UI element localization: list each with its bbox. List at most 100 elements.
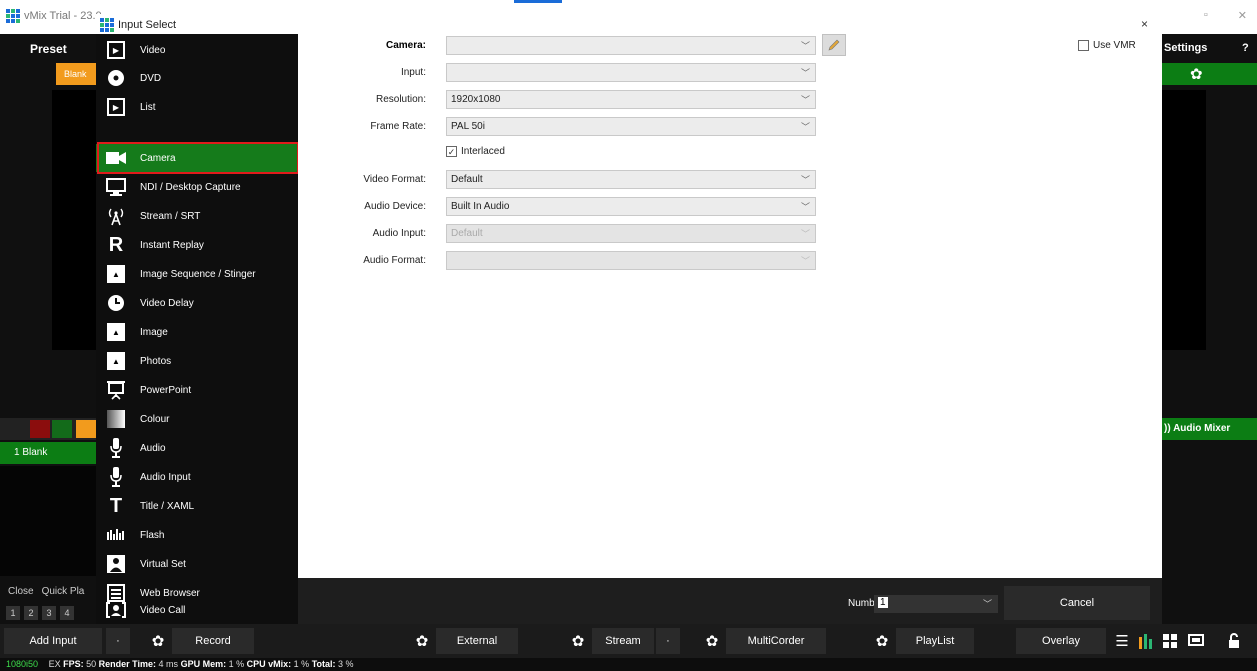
gear-icon[interactable]: ✿	[1190, 65, 1203, 83]
dialog-close-icon[interactable]: ×	[1141, 17, 1148, 31]
add-input-dropdown[interactable]: ·	[106, 628, 130, 654]
help-button[interactable]: ?	[1242, 42, 1249, 54]
camera-select[interactable]: ﹀	[446, 36, 816, 55]
audio-mixer-label: Audio Mixer	[1173, 423, 1231, 434]
lock-icon[interactable]	[1222, 628, 1246, 654]
preset-blank-tab[interactable]: Blank	[56, 63, 96, 85]
overlay-button[interactable]: Overlay	[1016, 628, 1106, 654]
external-button[interactable]: External	[436, 628, 518, 654]
multicorder-settings-gear-icon[interactable]: ✿	[700, 628, 724, 654]
multiview-icon[interactable]	[1158, 628, 1182, 654]
output-screen	[1162, 90, 1206, 350]
settings-button[interactable]: Settings	[1164, 42, 1207, 54]
input-type-list-item[interactable]: ▶ List	[96, 93, 298, 121]
status-bar: 1080i50 EX FPS: 50 Render Time: 4 ms GPU…	[0, 658, 1257, 671]
add-input-button[interactable]: Add Input	[4, 628, 102, 654]
chevron-down-icon: ﹀	[800, 41, 810, 51]
audio-input-label: Audio Input:	[372, 228, 426, 239]
quick-play-button[interactable]: Quick Pla	[42, 586, 85, 597]
record-button[interactable]: Record	[172, 628, 254, 654]
input-type-label: Photos	[140, 355, 172, 367]
dialog-titlebar: Input Select ×	[96, 14, 1162, 34]
stream-settings-gear-icon[interactable]: ✿	[566, 628, 590, 654]
cancel-button[interactable]: Cancel	[1004, 586, 1150, 620]
input-type-label: NDI / Desktop Capture	[140, 181, 241, 193]
number-2-button[interactable]: 2	[24, 606, 38, 620]
input-type-virtual-set[interactable]: Virtual Set	[96, 550, 298, 578]
display-icon[interactable]	[1184, 628, 1208, 654]
input-type-colour[interactable]: Colour	[96, 405, 298, 433]
input-type-label: Stream / SRT	[140, 210, 201, 222]
input-type-dvd[interactable]: DVD	[96, 64, 298, 92]
flash-icon	[106, 525, 126, 545]
menu-icon[interactable]: ☰	[1110, 628, 1134, 654]
input-type-instant-replay[interactable]: R Instant Replay	[96, 231, 298, 259]
multicorder-button[interactable]: MultiCorder	[726, 628, 826, 654]
color-chip-red[interactable]	[30, 420, 50, 438]
input-type-label: Audio	[140, 442, 166, 454]
video-format-select[interactable]: Default ﹀	[446, 170, 816, 189]
use-vmr-checkbox[interactable]: Use VMR	[1078, 40, 1136, 51]
edit-camera-button[interactable]	[822, 34, 846, 56]
frame-rate-select[interactable]: PAL 50i ﹀	[446, 117, 816, 136]
external-settings-gear-icon[interactable]: ✿	[410, 628, 434, 654]
clock-icon	[106, 293, 126, 313]
number-1-button[interactable]: 1	[6, 606, 20, 620]
color-strip	[0, 418, 96, 440]
playlist-button[interactable]: PlayList	[896, 628, 974, 654]
input-type-label: PowerPoint	[140, 384, 192, 396]
chevron-down-icon: ﹀	[800, 256, 810, 266]
input-type-image-sequence[interactable]: ▲ Image Sequence / Stinger	[96, 260, 298, 288]
record-settings-gear-icon[interactable]: ✿	[146, 628, 170, 654]
input-type-video[interactable]: ▶ Video	[96, 36, 298, 64]
input-select[interactable]: ﹀	[446, 63, 816, 82]
input-type-flash[interactable]: Flash	[96, 521, 298, 549]
input-type-label: Instant Replay	[140, 239, 204, 251]
stream-dropdown[interactable]: ·	[656, 628, 680, 654]
close-button[interactable]: Close	[8, 586, 34, 597]
cpu-vmix-value: 1 %	[293, 659, 310, 669]
interlaced-checkbox[interactable]: ✓ Interlaced	[446, 146, 505, 157]
input-type-stream[interactable]: Stream / SRT	[96, 202, 298, 230]
number-4-button[interactable]: 4	[60, 606, 74, 620]
replay-icon: R	[108, 233, 124, 256]
video-call-icon	[106, 600, 126, 620]
input-type-image[interactable]: ▲ Image	[96, 318, 298, 346]
resolution-select[interactable]: 1920x1080 ﹀	[446, 90, 816, 109]
input-type-ndi[interactable]: NDI / Desktop Capture	[96, 173, 298, 201]
close-window-icon[interactable]: ✕	[1238, 9, 1247, 22]
input-type-video-call[interactable]: Video Call	[96, 596, 298, 624]
input-type-label: Virtual Set	[140, 558, 186, 570]
input-type-label: Video	[140, 44, 166, 56]
antenna-icon	[106, 206, 126, 226]
chevron-down-icon: ﹀	[982, 599, 992, 609]
list-icon: ▶	[106, 97, 126, 117]
input-type-powerpoint[interactable]: PowerPoint	[96, 376, 298, 404]
audio-format-label: Audio Format:	[363, 255, 426, 266]
audio-mixer-tab[interactable]: )) Audio Mixer	[1162, 418, 1257, 440]
cpu-total-value: 3 %	[338, 659, 354, 669]
color-chip-green[interactable]	[52, 420, 72, 438]
chevron-down-icon: ﹀	[800, 202, 810, 212]
main-title-text: vMix Trial - 23.0	[24, 10, 102, 22]
input-type-photos[interactable]: ▲ Photos	[96, 347, 298, 375]
playlist-settings-gear-icon[interactable]: ✿	[870, 628, 894, 654]
input-type-audio-input[interactable]: Audio Input	[96, 463, 298, 491]
presentation-icon	[106, 380, 126, 400]
bottom-toolbar: Add Input · ✿ Record ✿ External ✿ Stream…	[0, 624, 1257, 658]
stream-button[interactable]: Stream	[592, 628, 654, 654]
chevron-down-icon: ﹀	[800, 122, 810, 132]
input-1-blank[interactable]: 1 Blank	[0, 442, 96, 464]
input-type-video-delay[interactable]: Video Delay	[96, 289, 298, 317]
number-select[interactable]: 1 ﹀	[874, 595, 998, 613]
input-type-label: Image	[140, 326, 168, 338]
audio-device-select[interactable]: Built In Audio ﹀	[446, 197, 816, 216]
audio-meter-icon[interactable]	[1134, 628, 1158, 654]
maximize-icon[interactable]: ▫	[1204, 9, 1208, 22]
color-chip-orange[interactable]	[76, 420, 96, 438]
input-type-audio[interactable]: Audio	[96, 434, 298, 462]
input-type-title[interactable]: T Title / XAML	[96, 492, 298, 520]
video-icon: ▶	[106, 40, 126, 60]
render-time-value: 4 ms	[158, 659, 179, 669]
number-3-button[interactable]: 3	[42, 606, 56, 620]
